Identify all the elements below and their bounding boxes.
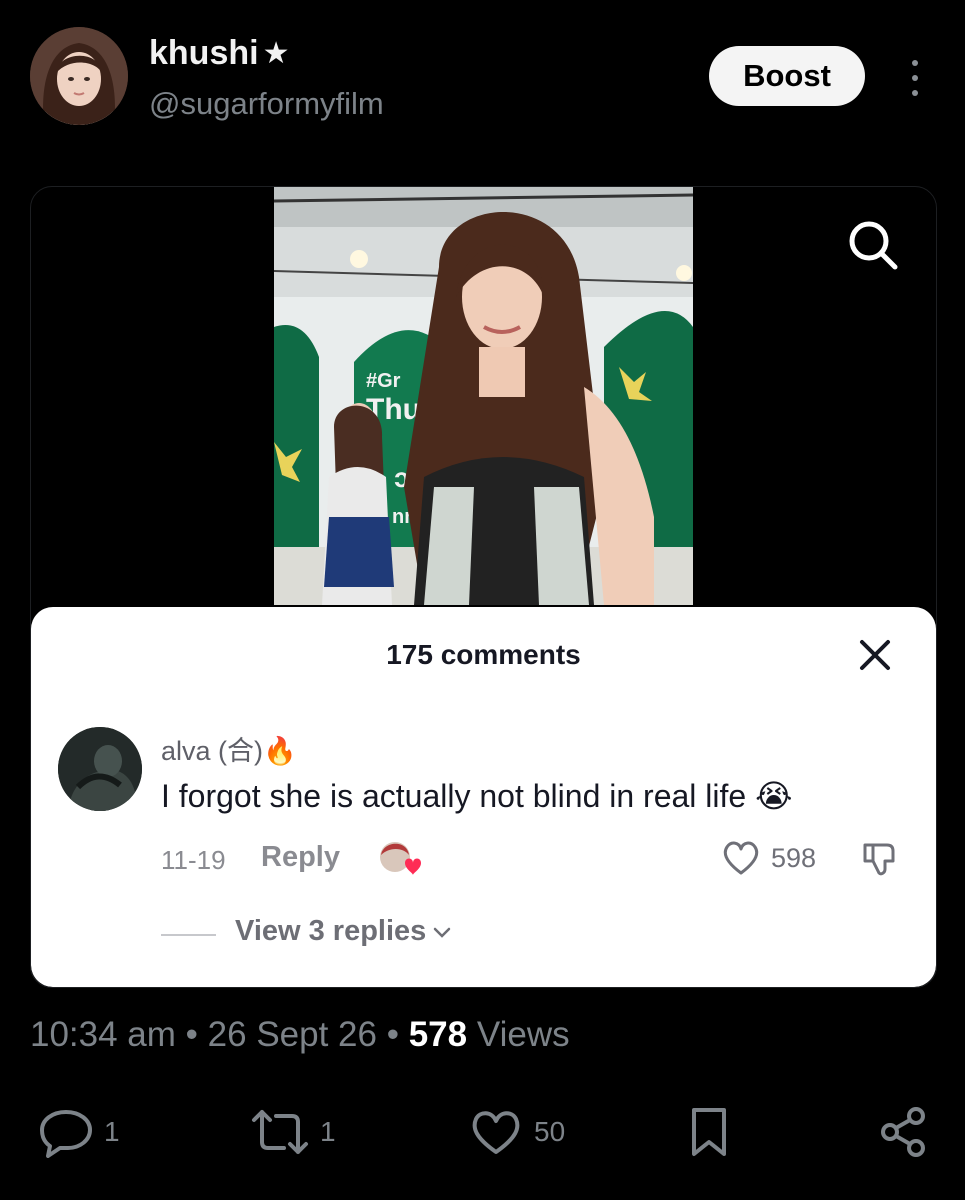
comments-sheet: 175 comments alva (合)🔥 I forgot she is a…: [31, 607, 936, 987]
reply-button[interactable]: Reply: [261, 841, 340, 874]
separator: •: [185, 1015, 198, 1054]
chevron-down-icon: [434, 927, 451, 938]
profile-avatar[interactable]: [30, 27, 128, 125]
share-action[interactable]: [878, 1106, 930, 1158]
like-action[interactable]: 50: [468, 1106, 565, 1158]
star-badge-icon: ★: [262, 37, 290, 70]
like-count: 50: [534, 1116, 566, 1147]
bookmark-icon: [692, 1108, 726, 1156]
views-label: Views: [476, 1015, 570, 1054]
post-date: 26 Sept 26: [207, 1015, 377, 1054]
comment-date: 11-19: [161, 845, 226, 875]
separator: •: [386, 1015, 399, 1054]
user-handle[interactable]: @sugarformyfilm: [149, 86, 384, 122]
media-card[interactable]: #Gr Thu ɔsi nr 175 comments: [30, 186, 937, 988]
video-frame[interactable]: #Gr Thu ɔsi nr: [274, 187, 693, 605]
video-sign-text-1: #Gr: [366, 370, 401, 392]
repost-count: 1: [320, 1116, 336, 1147]
post-time: 10:34 am: [30, 1015, 176, 1054]
more-options-icon[interactable]: [905, 60, 925, 96]
reply-action[interactable]: 1: [38, 1106, 120, 1158]
share-icon: [881, 1107, 925, 1157]
display-name-text: khushi: [149, 34, 259, 72]
post-meta: 10:34 am • 26 Sept 26 • 578 Views: [30, 1015, 570, 1055]
search-icon[interactable]: [843, 215, 903, 275]
commenter-username[interactable]: alva (合)🔥: [161, 729, 297, 768]
view-replies-label: View 3 replies: [235, 915, 427, 947]
reply-icon: [40, 1110, 92, 1158]
heart-icon: [472, 1111, 520, 1154]
dislike-icon[interactable]: [859, 839, 901, 879]
comments-count-title: 175 comments: [386, 639, 581, 670]
comment-heart-icon[interactable]: [721, 839, 761, 877]
repost-icon: [252, 1110, 308, 1154]
close-icon[interactable]: [857, 637, 893, 673]
boost-button[interactable]: Boost: [709, 46, 865, 106]
commenter-avatar[interactable]: [58, 727, 142, 811]
comment-text: I forgot she is actually not blind in re…: [161, 778, 793, 814]
view-replies-button[interactable]: View 3 replies: [235, 915, 452, 948]
reply-count: 1: [104, 1116, 120, 1147]
replies-divider: [161, 934, 216, 936]
bookmark-action[interactable]: [686, 1106, 732, 1158]
display-name[interactable]: khushi ★: [149, 34, 289, 73]
creator-liked-avatar-icon: [380, 842, 421, 875]
views-count: 578: [408, 1015, 468, 1054]
comment-like-count: 598: [771, 843, 817, 873]
repost-action[interactable]: 1: [250, 1106, 336, 1158]
